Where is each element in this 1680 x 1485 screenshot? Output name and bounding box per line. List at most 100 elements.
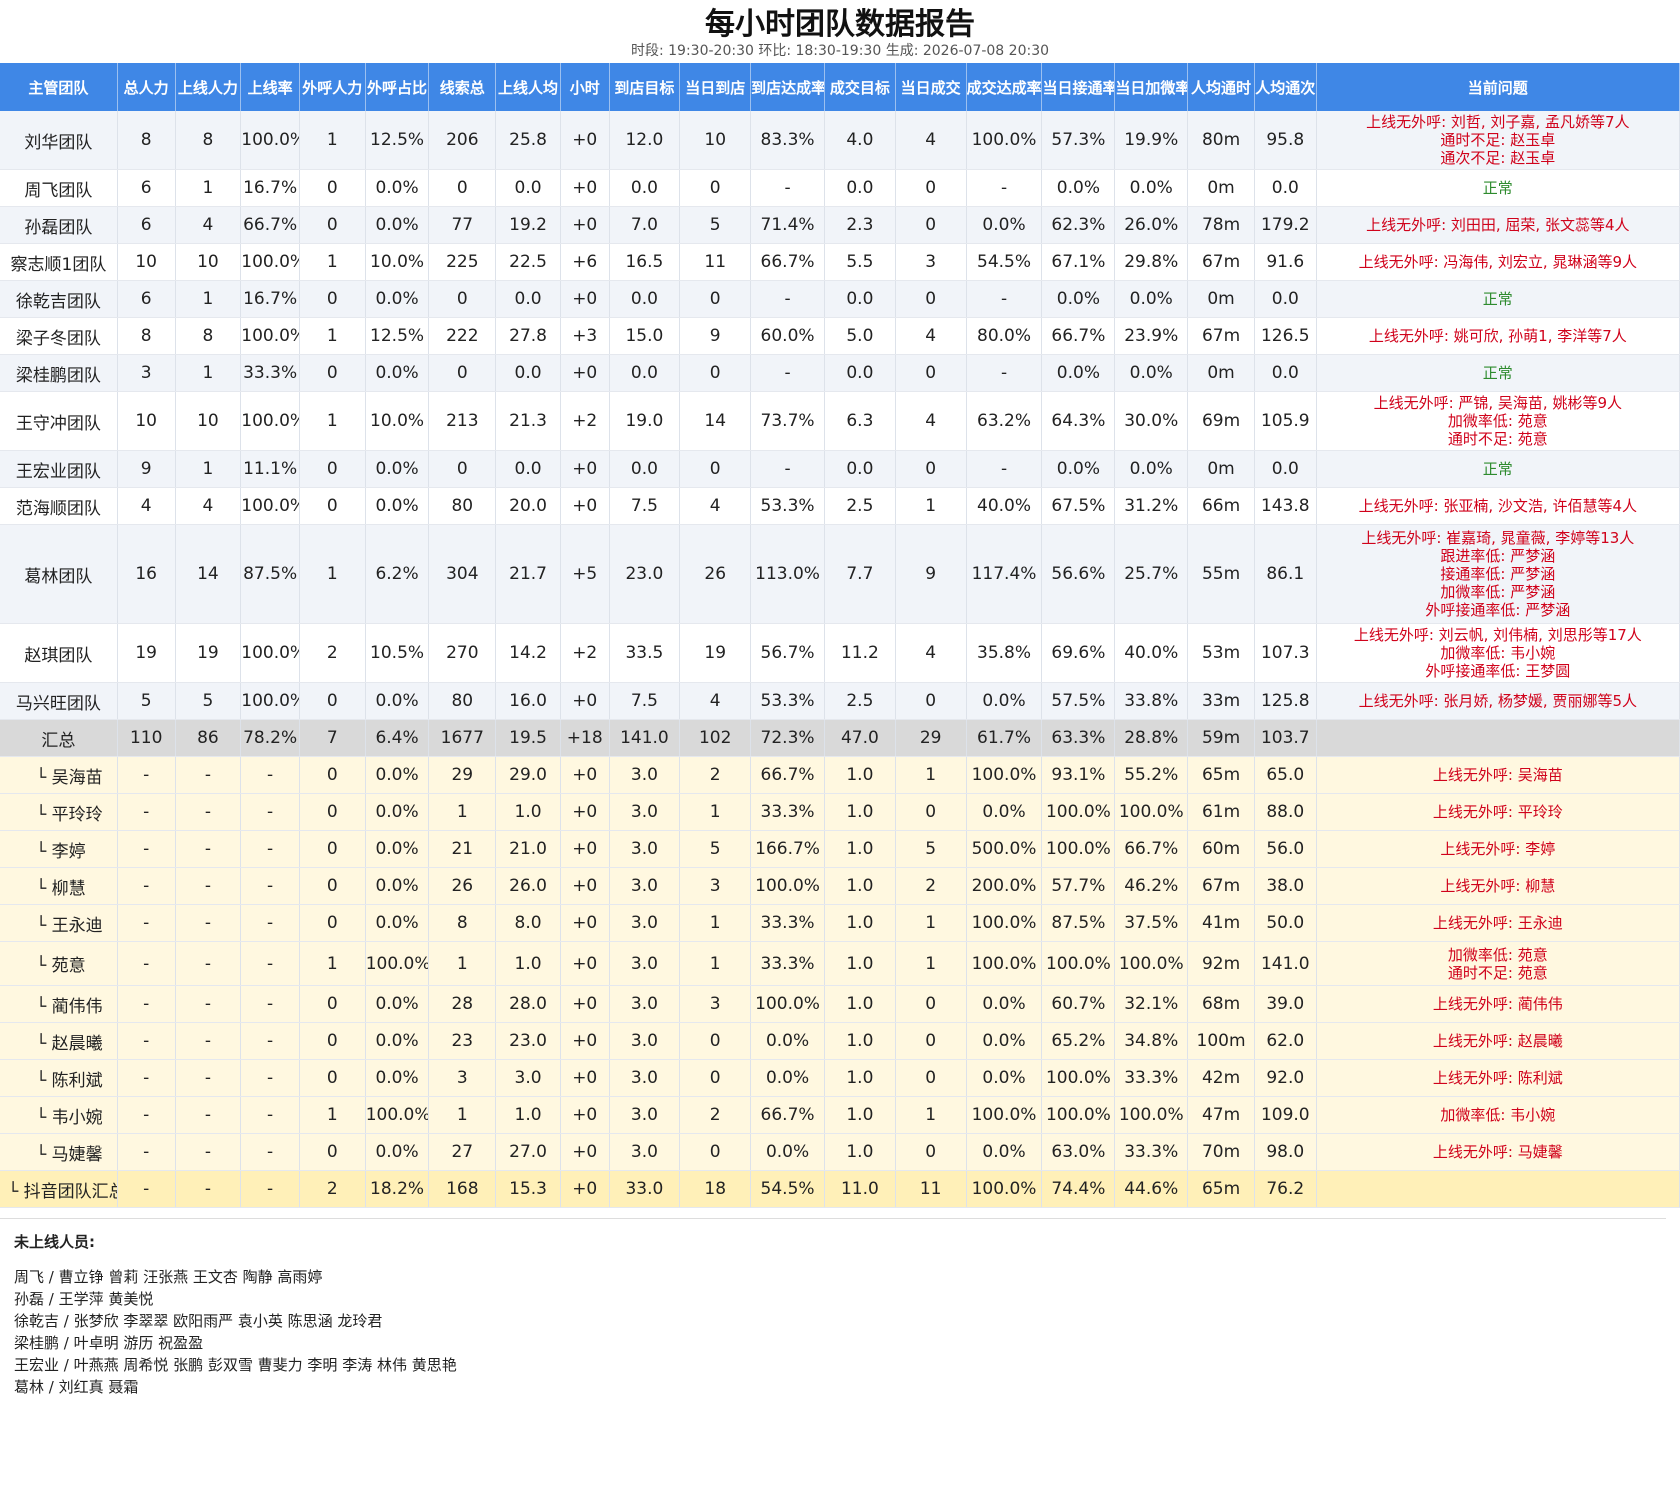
table-cell: 0 — [895, 450, 967, 488]
column-header[interactable]: 上线人力 — [175, 63, 242, 111]
issue-text: 上线无外呼: 赵晨曦 — [1432, 1032, 1563, 1050]
column-header[interactable]: 主管团队 — [0, 63, 118, 111]
table-cell: 0.0% — [750, 1059, 825, 1097]
table-cell: 65.2% — [1041, 1022, 1116, 1060]
table-cell: 0.0% — [750, 1022, 825, 1060]
table-cell: 0 — [679, 1133, 752, 1171]
column-header[interactable]: 成交达成率 — [966, 63, 1043, 111]
table-cell: 46.2% — [1114, 867, 1189, 905]
table-cell: 270 — [428, 623, 497, 683]
table-cell: 0 — [299, 756, 366, 794]
column-header[interactable]: 当日到店 — [679, 63, 752, 111]
issue-text: 上线无外呼: 刘哲, 刘子嘉, 孟凡娇等7人 — [1366, 113, 1630, 131]
table-cell: 1.0 — [824, 1059, 896, 1097]
column-header[interactable]: 当前问题 — [1316, 63, 1680, 111]
column-header[interactable]: 当日加微率 — [1114, 63, 1189, 111]
issue-text: 加微率低: 韦小婉 — [1440, 1106, 1556, 1124]
issue-text: 外呼接通率低: 王梦圆 — [1425, 662, 1571, 680]
table-cell: 0.0% — [966, 985, 1043, 1023]
table-row: 赵琪团队1919100.0%210.5%27014.2+233.51956.7%… — [0, 623, 1680, 683]
table-cell: 0 — [895, 1133, 967, 1171]
column-header[interactable]: 当日成交 — [895, 63, 967, 111]
table-cell: 21.7 — [495, 524, 561, 624]
table-cell: +0 — [560, 354, 610, 392]
table-cell: 54.5% — [966, 243, 1043, 281]
column-header[interactable]: 外呼占比 — [365, 63, 430, 111]
table-cell: 0.0% — [1114, 169, 1189, 207]
column-header[interactable]: 人均通次 — [1254, 63, 1317, 111]
table-cell: - — [966, 280, 1043, 318]
table-cell: 91.6 — [1254, 243, 1317, 281]
table-cell: 1 — [895, 487, 967, 525]
issue-text: 上线无外呼: 刘云帆, 刘伟楠, 刘思彤等17人 — [1353, 626, 1642, 644]
column-header[interactable]: 到店达成率 — [750, 63, 825, 111]
table-cell: 0 — [428, 354, 497, 392]
table-cell: 125.8 — [1254, 682, 1317, 720]
table-cell: 0.0% — [365, 904, 430, 942]
table-cell: 53.3% — [750, 682, 825, 720]
column-header[interactable]: 总人力 — [117, 63, 176, 111]
table-cell: - — [117, 1170, 176, 1208]
table-cell: 8 — [428, 904, 497, 942]
status-ok-text: 正常 — [1482, 290, 1513, 308]
table-cell: 100.0% — [240, 682, 300, 720]
table-cell: 4 — [895, 111, 967, 170]
issue-text: 加微率低: 苑意 — [1447, 945, 1548, 964]
column-header[interactable]: 小时 — [560, 63, 610, 111]
table-cell: +0 — [560, 1059, 610, 1097]
table-cell: 0m — [1187, 280, 1255, 318]
column-header[interactable]: 上线人均 — [495, 63, 561, 111]
column-header[interactable]: 人均通时 — [1187, 63, 1255, 111]
table-cell: 60.0% — [750, 317, 825, 355]
table-cell: 0 — [679, 354, 752, 392]
table-cell: 0 — [895, 682, 967, 720]
table-cell: 1.0 — [824, 985, 896, 1023]
table-cell: 10 — [175, 243, 242, 281]
table-cell: 93.1% — [1041, 756, 1116, 794]
column-header[interactable]: 当日接通率 — [1041, 63, 1116, 111]
table-cell: 105.9 — [1254, 391, 1317, 451]
table-cell: 21 — [428, 830, 497, 868]
table-cell: 0 — [679, 169, 752, 207]
table-cell: 102 — [679, 719, 752, 757]
issue-cell: 正常 — [1316, 169, 1680, 207]
row-name-cell: 王宏业团队 — [0, 450, 118, 488]
column-header[interactable]: 线索总 — [428, 63, 497, 111]
table-cell: 0 — [299, 450, 366, 488]
table-cell: 11.1% — [240, 450, 300, 488]
row-name-cell: 赵琪团队 — [0, 623, 118, 683]
table-cell: 200.0% — [966, 867, 1043, 905]
table-cell: 2 — [299, 1170, 366, 1208]
table-cell: 5 — [679, 206, 752, 244]
column-header[interactable]: 外呼人力 — [299, 63, 366, 111]
column-header[interactable]: 到店目标 — [609, 63, 681, 111]
status-ok-text: 正常 — [1482, 460, 1513, 478]
table-cell: 4 — [895, 623, 967, 683]
table-cell: 53m — [1187, 623, 1255, 683]
table-cell: 206 — [428, 111, 497, 170]
issue-text: 加微率低: 苑意 — [1447, 412, 1548, 430]
table-cell: +0 — [560, 1133, 610, 1171]
table-cell: 55.2% — [1114, 756, 1189, 794]
status-ok-text: 正常 — [1482, 179, 1513, 197]
issue-cell: 上线无外呼: 李婷 — [1316, 830, 1680, 868]
table-row: 察志顺1团队1010100.0%110.0%22522.5+616.51166.… — [0, 243, 1680, 281]
table-cell: 0 — [679, 280, 752, 318]
table-cell: - — [966, 354, 1043, 392]
column-header[interactable]: 上线率 — [240, 63, 300, 111]
table-cell: 87.5% — [1041, 904, 1116, 942]
table-cell: +0 — [560, 985, 610, 1023]
table-cell: 0.0% — [365, 354, 430, 392]
table-cell: 61.7% — [966, 719, 1043, 757]
table-cell: 56.6% — [1041, 524, 1116, 624]
table-row: 范海顺团队44100.0%00.0%8020.0+07.5453.3%2.514… — [0, 487, 1680, 525]
table-cell: - — [175, 904, 242, 942]
table-cell: 3 — [679, 985, 752, 1023]
row-name-cell: 梁子冬团队 — [0, 317, 118, 355]
column-header[interactable]: 成交目标 — [824, 63, 896, 111]
table-cell: - — [240, 756, 300, 794]
table-cell: 0.0% — [365, 169, 430, 207]
table-cell: 73.7% — [750, 391, 825, 451]
table-cell: 22.5 — [495, 243, 561, 281]
table-cell: 0 — [895, 206, 967, 244]
